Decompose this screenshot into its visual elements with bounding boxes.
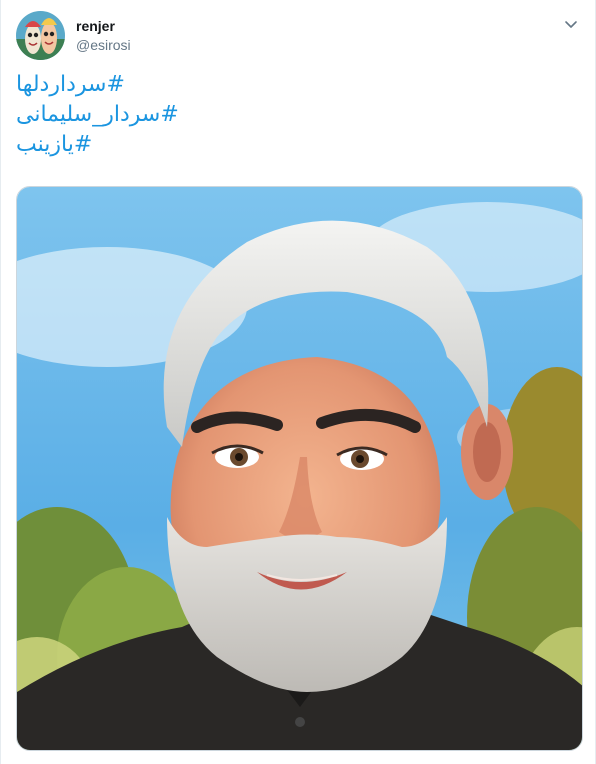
avatar[interactable] (16, 11, 65, 60)
tweet-header: renjer @esirosi (16, 11, 580, 61)
avatar-cartoon-icon (16, 11, 65, 60)
hashtag-link[interactable]: #سردار_سلیمانی (16, 100, 316, 130)
portrait-illustration-icon (17, 187, 582, 750)
tweet-text: #سرداردلها #سردار_سلیمانی #یازینب (16, 70, 316, 160)
tweet-card[interactable]: renjer @esirosi #سرداردلها #سردار_سلیمان… (0, 0, 596, 764)
tweet-media-image[interactable] (16, 186, 583, 751)
chevron-down-icon[interactable] (562, 15, 580, 33)
hashtag-link[interactable]: #یازینب (16, 130, 316, 160)
display-name[interactable]: renjer (76, 17, 131, 35)
user-names: renjer @esirosi (76, 17, 131, 54)
user-handle[interactable]: @esirosi (76, 36, 131, 54)
hashtag-link[interactable]: #سرداردلها (16, 70, 316, 100)
